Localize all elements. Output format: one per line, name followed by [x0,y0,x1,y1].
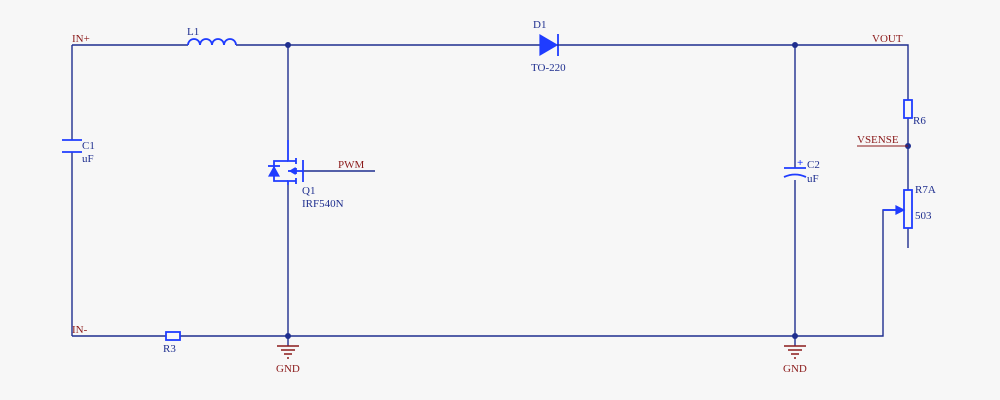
ground-right-symbol [784,345,806,359]
mosfet-q1-ref: Q1 [302,185,315,197]
mosfet-q1: Q1 IRF540N [267,140,344,210]
potentiometer-r7a-arrow [895,205,906,215]
inductor-l1-ref: L1 [187,26,199,38]
resistor-r3-ref: R3 [163,343,176,355]
ground-right-label: GND [783,363,807,375]
potentiometer-r7a-body [903,189,913,229]
net-label-pwm: PWM [338,159,365,171]
net-label-vsense: VSENSE [857,134,899,146]
capacitor-c1: C1 uF [62,139,95,165]
ground-right: GND [783,345,807,375]
ground-left: GND [276,345,300,375]
wires [71,44,909,346]
potentiometer-r7a-ref: R7A [915,184,936,196]
mosfet-q1-source-stub [287,180,296,185]
potentiometer-r7a: R7A 503 [883,184,936,229]
mosfet-q1-drain-stub [287,140,296,162]
capacitor-c2-value: uF [807,173,819,185]
net-labels: IN+ IN- VOUT VSENSE PWM [72,33,908,336]
capacitor-c2-ref: C2 [807,159,820,171]
wire-top-right [560,44,909,100]
capacitor-c2-plate-bottom [783,173,807,178]
junction-top-c2 [792,42,798,48]
diode-d1-triangle [539,33,559,57]
diode-d1: D1 TO-220 [531,19,566,74]
capacitor-c1-value: uF [82,153,94,165]
mosfet-q1-arrow [288,166,296,176]
ground-left-label: GND [276,363,300,375]
resistor-r3: R3 [163,331,181,355]
ground-left-symbol [277,345,299,359]
net-label-in-minus: IN- [72,324,88,336]
diode-d1-value: TO-220 [531,62,566,74]
capacitor-c2: + C2 uF [783,157,820,185]
inductor-l1-coils [187,38,237,46]
inductor-l1: L1 [187,26,237,46]
capacitor-c2-polarity: + [797,157,803,169]
resistor-r6-ref: R6 [913,115,926,127]
potentiometer-r7a-value: 503 [915,210,932,222]
junction-bottom-c2 [792,333,798,339]
boost-converter-schematic: IN+ IN- VOUT VSENSE PWM L1 D1 TO-220 C1 … [62,19,936,375]
mosfet-q1-diode [267,165,281,177]
junction-bottom-q1 [285,333,291,339]
net-label-vout: VOUT [872,33,903,45]
mosfet-q1-value: IRF540N [302,198,344,210]
junction-top-q1 [285,42,291,48]
resistor-r3-body [165,331,181,341]
diode-d1-ref: D1 [533,19,546,31]
junctions [285,42,911,339]
net-label-in-plus: IN+ [72,33,90,45]
capacitor-c1-ref: C1 [82,140,95,152]
resistor-r6-body [903,99,913,119]
